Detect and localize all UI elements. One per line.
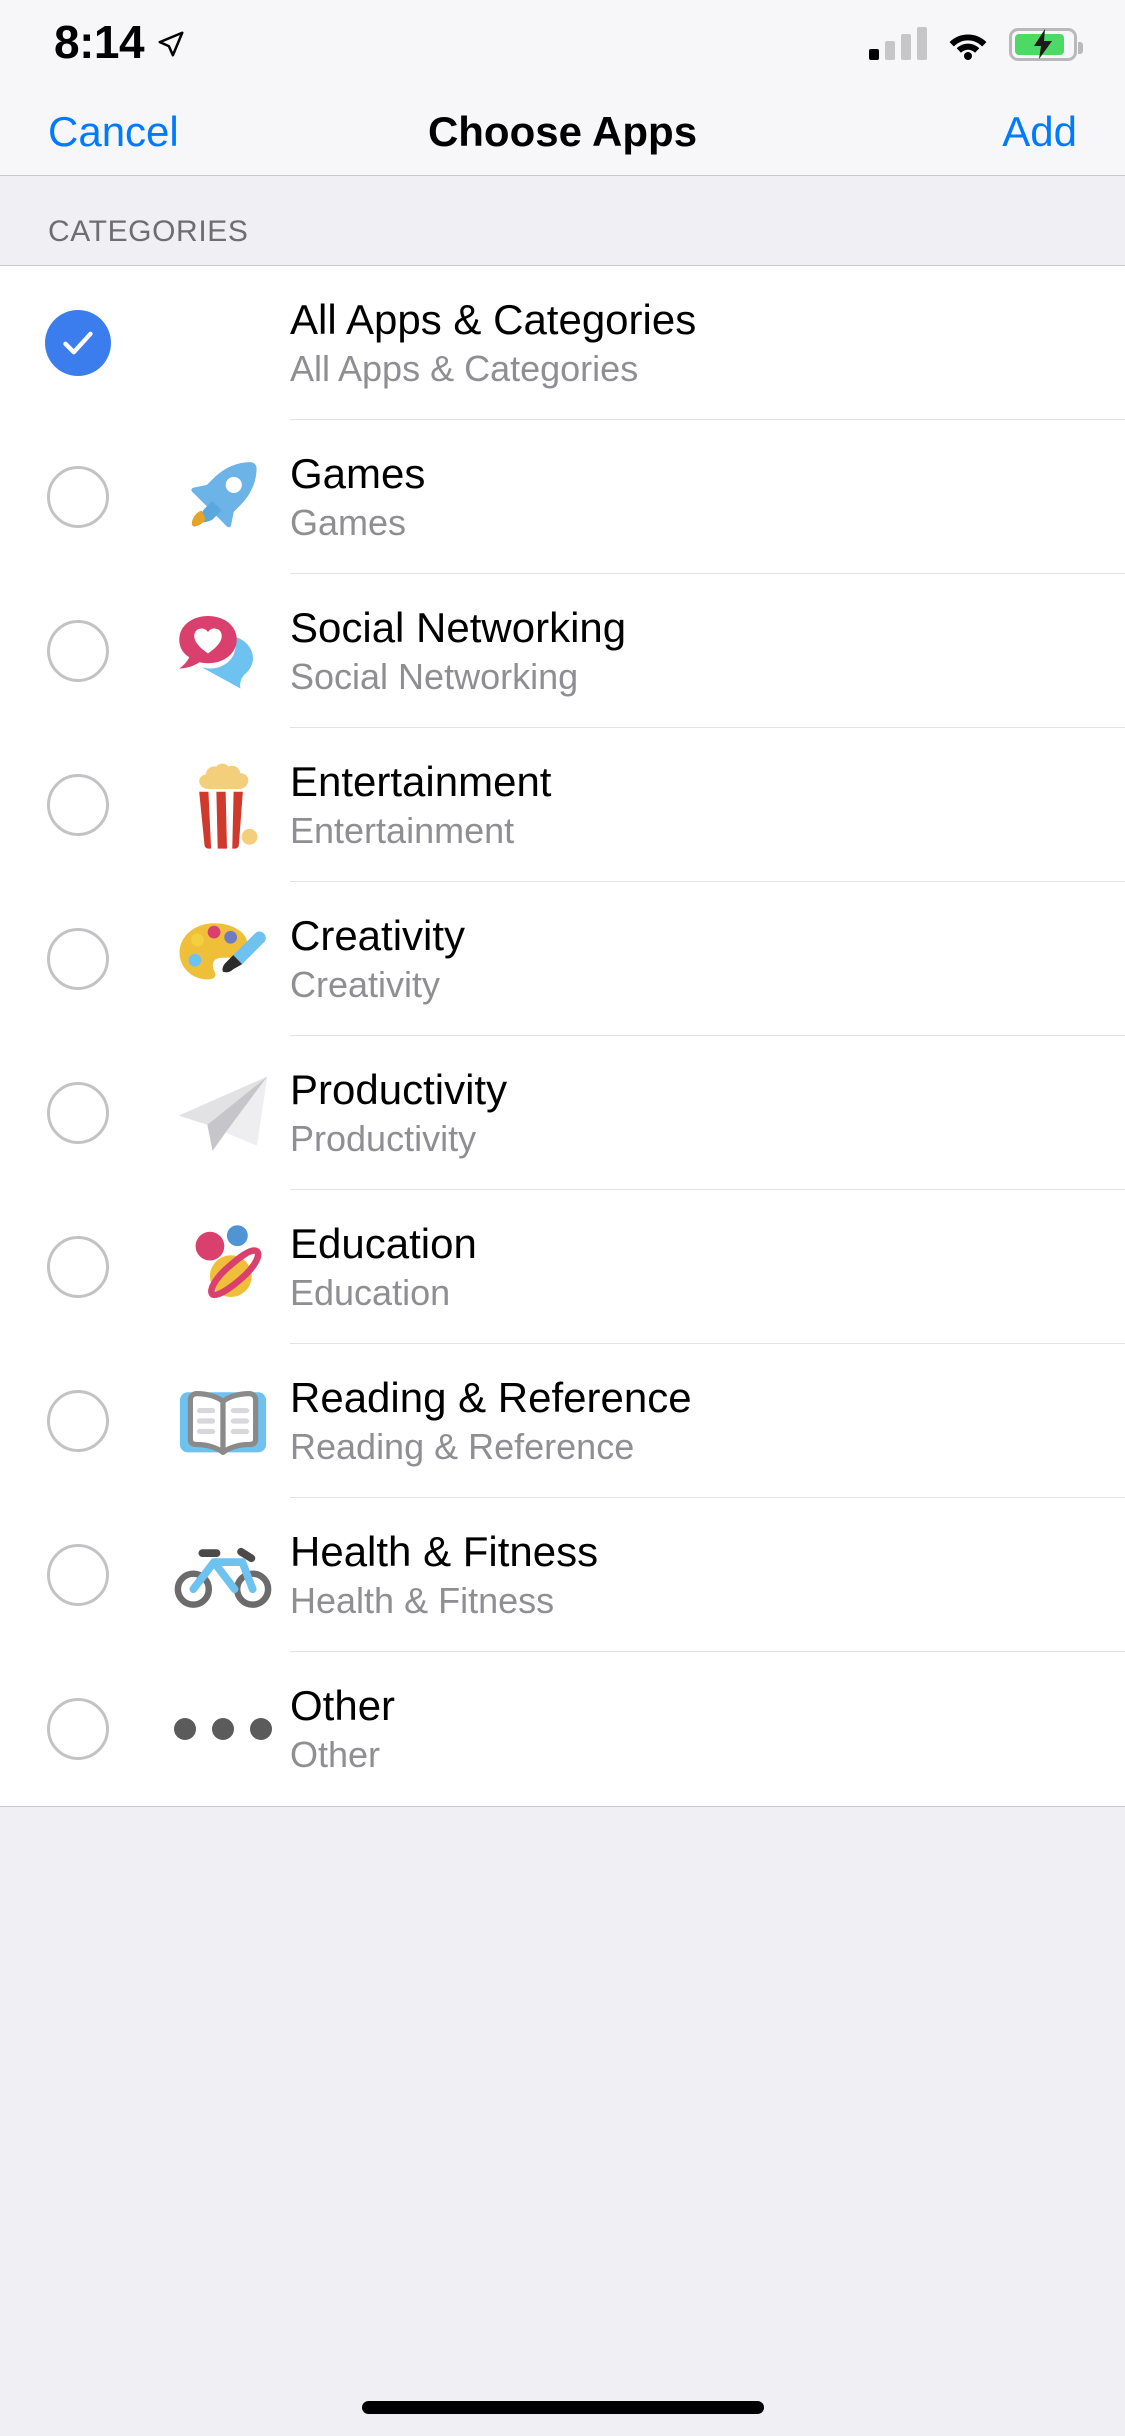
ellipsis-icon (173, 1718, 272, 1740)
list-item[interactable]: Social Networking Social Networking (0, 574, 1125, 728)
checkbox-unchecked[interactable] (46, 620, 109, 682)
list-item[interactable]: Health & Fitness Health & Fitness (0, 1498, 1125, 1652)
category-text-cell: Productivity Productivity (290, 1066, 1125, 1159)
category-title: Games (290, 450, 426, 498)
category-text-cell: Entertainment Entertainment (290, 758, 1125, 851)
category-icon-cell (155, 760, 290, 850)
checkbox-unchecked[interactable] (46, 1698, 109, 1760)
open-book-icon (179, 1390, 266, 1455)
list-item[interactable]: All Apps & Categories All Apps & Categor… (0, 266, 1125, 420)
status-bar-left: 8:14 (54, 19, 186, 69)
category-subtitle: Entertainment (290, 810, 515, 852)
status-bar-clock: 8:14 (54, 16, 145, 68)
checkbox-unchecked[interactable] (46, 466, 109, 528)
checkbox-unchecked[interactable] (46, 774, 109, 836)
status-bar-right (869, 27, 1083, 61)
category-title: Social Networking (290, 604, 627, 652)
list-item[interactable]: Entertainment Entertainment (0, 728, 1125, 882)
category-subtitle: Reading & Reference (290, 1426, 635, 1468)
categories-list: All Apps & Categories All Apps & Categor… (0, 265, 1125, 1807)
planet-icon (195, 1225, 261, 1299)
checkbox-cell[interactable] (0, 1390, 155, 1452)
checkbox-cell[interactable] (0, 1698, 155, 1760)
wifi-icon (949, 34, 987, 60)
category-subtitle: Education (290, 1272, 451, 1314)
list-item[interactable]: Games Games (0, 420, 1125, 574)
checkbox-cell[interactable] (0, 1082, 155, 1144)
list-item[interactable]: Other Other (0, 1652, 1125, 1806)
category-text-cell: Education Education (290, 1220, 1125, 1313)
checkbox-cell[interactable] (0, 928, 155, 990)
checkbox-unchecked[interactable] (46, 1236, 109, 1298)
category-text-cell: Creativity Creativity (290, 912, 1125, 1005)
category-icon-cell (155, 1070, 290, 1156)
category-text-cell: Other Other (290, 1682, 1125, 1775)
category-icon-cell (155, 608, 290, 694)
rocket-icon (190, 462, 257, 528)
cancel-button[interactable]: Cancel (48, 110, 179, 153)
artist-palette-icon (179, 923, 266, 980)
section-header-categories: CATEGORIES (0, 177, 1125, 265)
category-title: All Apps & Categories (290, 296, 697, 344)
checkbox-checked[interactable] (44, 310, 111, 376)
category-text-cell: Reading & Reference Reading & Reference (290, 1374, 1125, 1467)
checkbox-cell[interactable] (0, 620, 155, 682)
category-subtitle: Creativity (290, 964, 441, 1006)
category-text-cell: Health & Fitness Health & Fitness (290, 1528, 1125, 1621)
checkbox-cell[interactable] (0, 1236, 155, 1298)
checkmark-icon (62, 331, 93, 355)
paper-plane-icon (178, 1076, 267, 1151)
popcorn-icon (198, 763, 257, 849)
list-item[interactable]: Creativity Creativity (0, 882, 1125, 1036)
add-button[interactable]: Add (1002, 110, 1077, 153)
category-title: Productivity (290, 1066, 508, 1114)
list-item[interactable]: Productivity Productivity (0, 1036, 1125, 1190)
category-icon-cell (155, 1222, 290, 1312)
home-indicator[interactable] (361, 2401, 764, 2414)
category-subtitle: Games (290, 502, 407, 544)
battery-charging-icon (1009, 27, 1083, 61)
iphone-screen: 8:14 Cancel Choose Apps Add CATEGORIES A… (0, 0, 1125, 2436)
navigation-bar: Cancel Choose Apps Add (0, 88, 1125, 176)
category-subtitle: All Apps & Categories (290, 348, 639, 390)
checkbox-unchecked[interactable] (46, 1082, 109, 1144)
category-icon-cell (155, 1718, 290, 1740)
checkbox-unchecked[interactable] (46, 928, 109, 990)
category-title: Health & Fitness (290, 1528, 599, 1576)
category-title: Creativity (290, 912, 466, 960)
category-subtitle: Productivity (290, 1118, 477, 1160)
checkbox-unchecked[interactable] (46, 1390, 109, 1452)
category-icon-cell (155, 916, 290, 1002)
charging-bolt-icon (1034, 29, 1052, 59)
checkbox-cell[interactable] (0, 1544, 155, 1606)
category-icon-cell (155, 1379, 290, 1463)
checkbox-cell[interactable] (0, 774, 155, 836)
category-icon-cell (155, 1538, 290, 1612)
category-text-cell: All Apps & Categories All Apps & Categor… (290, 296, 1125, 389)
section-header-label: CATEGORIES (48, 215, 249, 248)
list-item[interactable]: Education Education (0, 1190, 1125, 1344)
category-title: Education (290, 1220, 477, 1268)
checkbox-cell[interactable] (0, 466, 155, 528)
speech-balloon-heart-icon (178, 616, 253, 689)
checkbox-unchecked[interactable] (46, 1544, 109, 1606)
category-title: Reading & Reference (290, 1374, 692, 1422)
category-title: Entertainment (290, 758, 552, 806)
category-text-cell: Social Networking Social Networking (290, 604, 1125, 697)
status-bar: 8:14 (0, 0, 1125, 88)
checkbox-cell[interactable] (0, 310, 155, 376)
category-title: Other (290, 1682, 396, 1730)
category-icon-cell (155, 454, 290, 540)
category-subtitle: Health & Fitness (290, 1580, 555, 1622)
bicycle-icon (174, 1547, 271, 1608)
cellular-signal-icon (869, 27, 927, 60)
category-subtitle: Social Networking (290, 656, 579, 698)
category-subtitle: Other (290, 1734, 381, 1776)
category-text-cell: Games Games (290, 450, 1125, 543)
location-arrow-icon (158, 31, 184, 57)
list-item[interactable]: Reading & Reference Reading & Reference (0, 1344, 1125, 1498)
